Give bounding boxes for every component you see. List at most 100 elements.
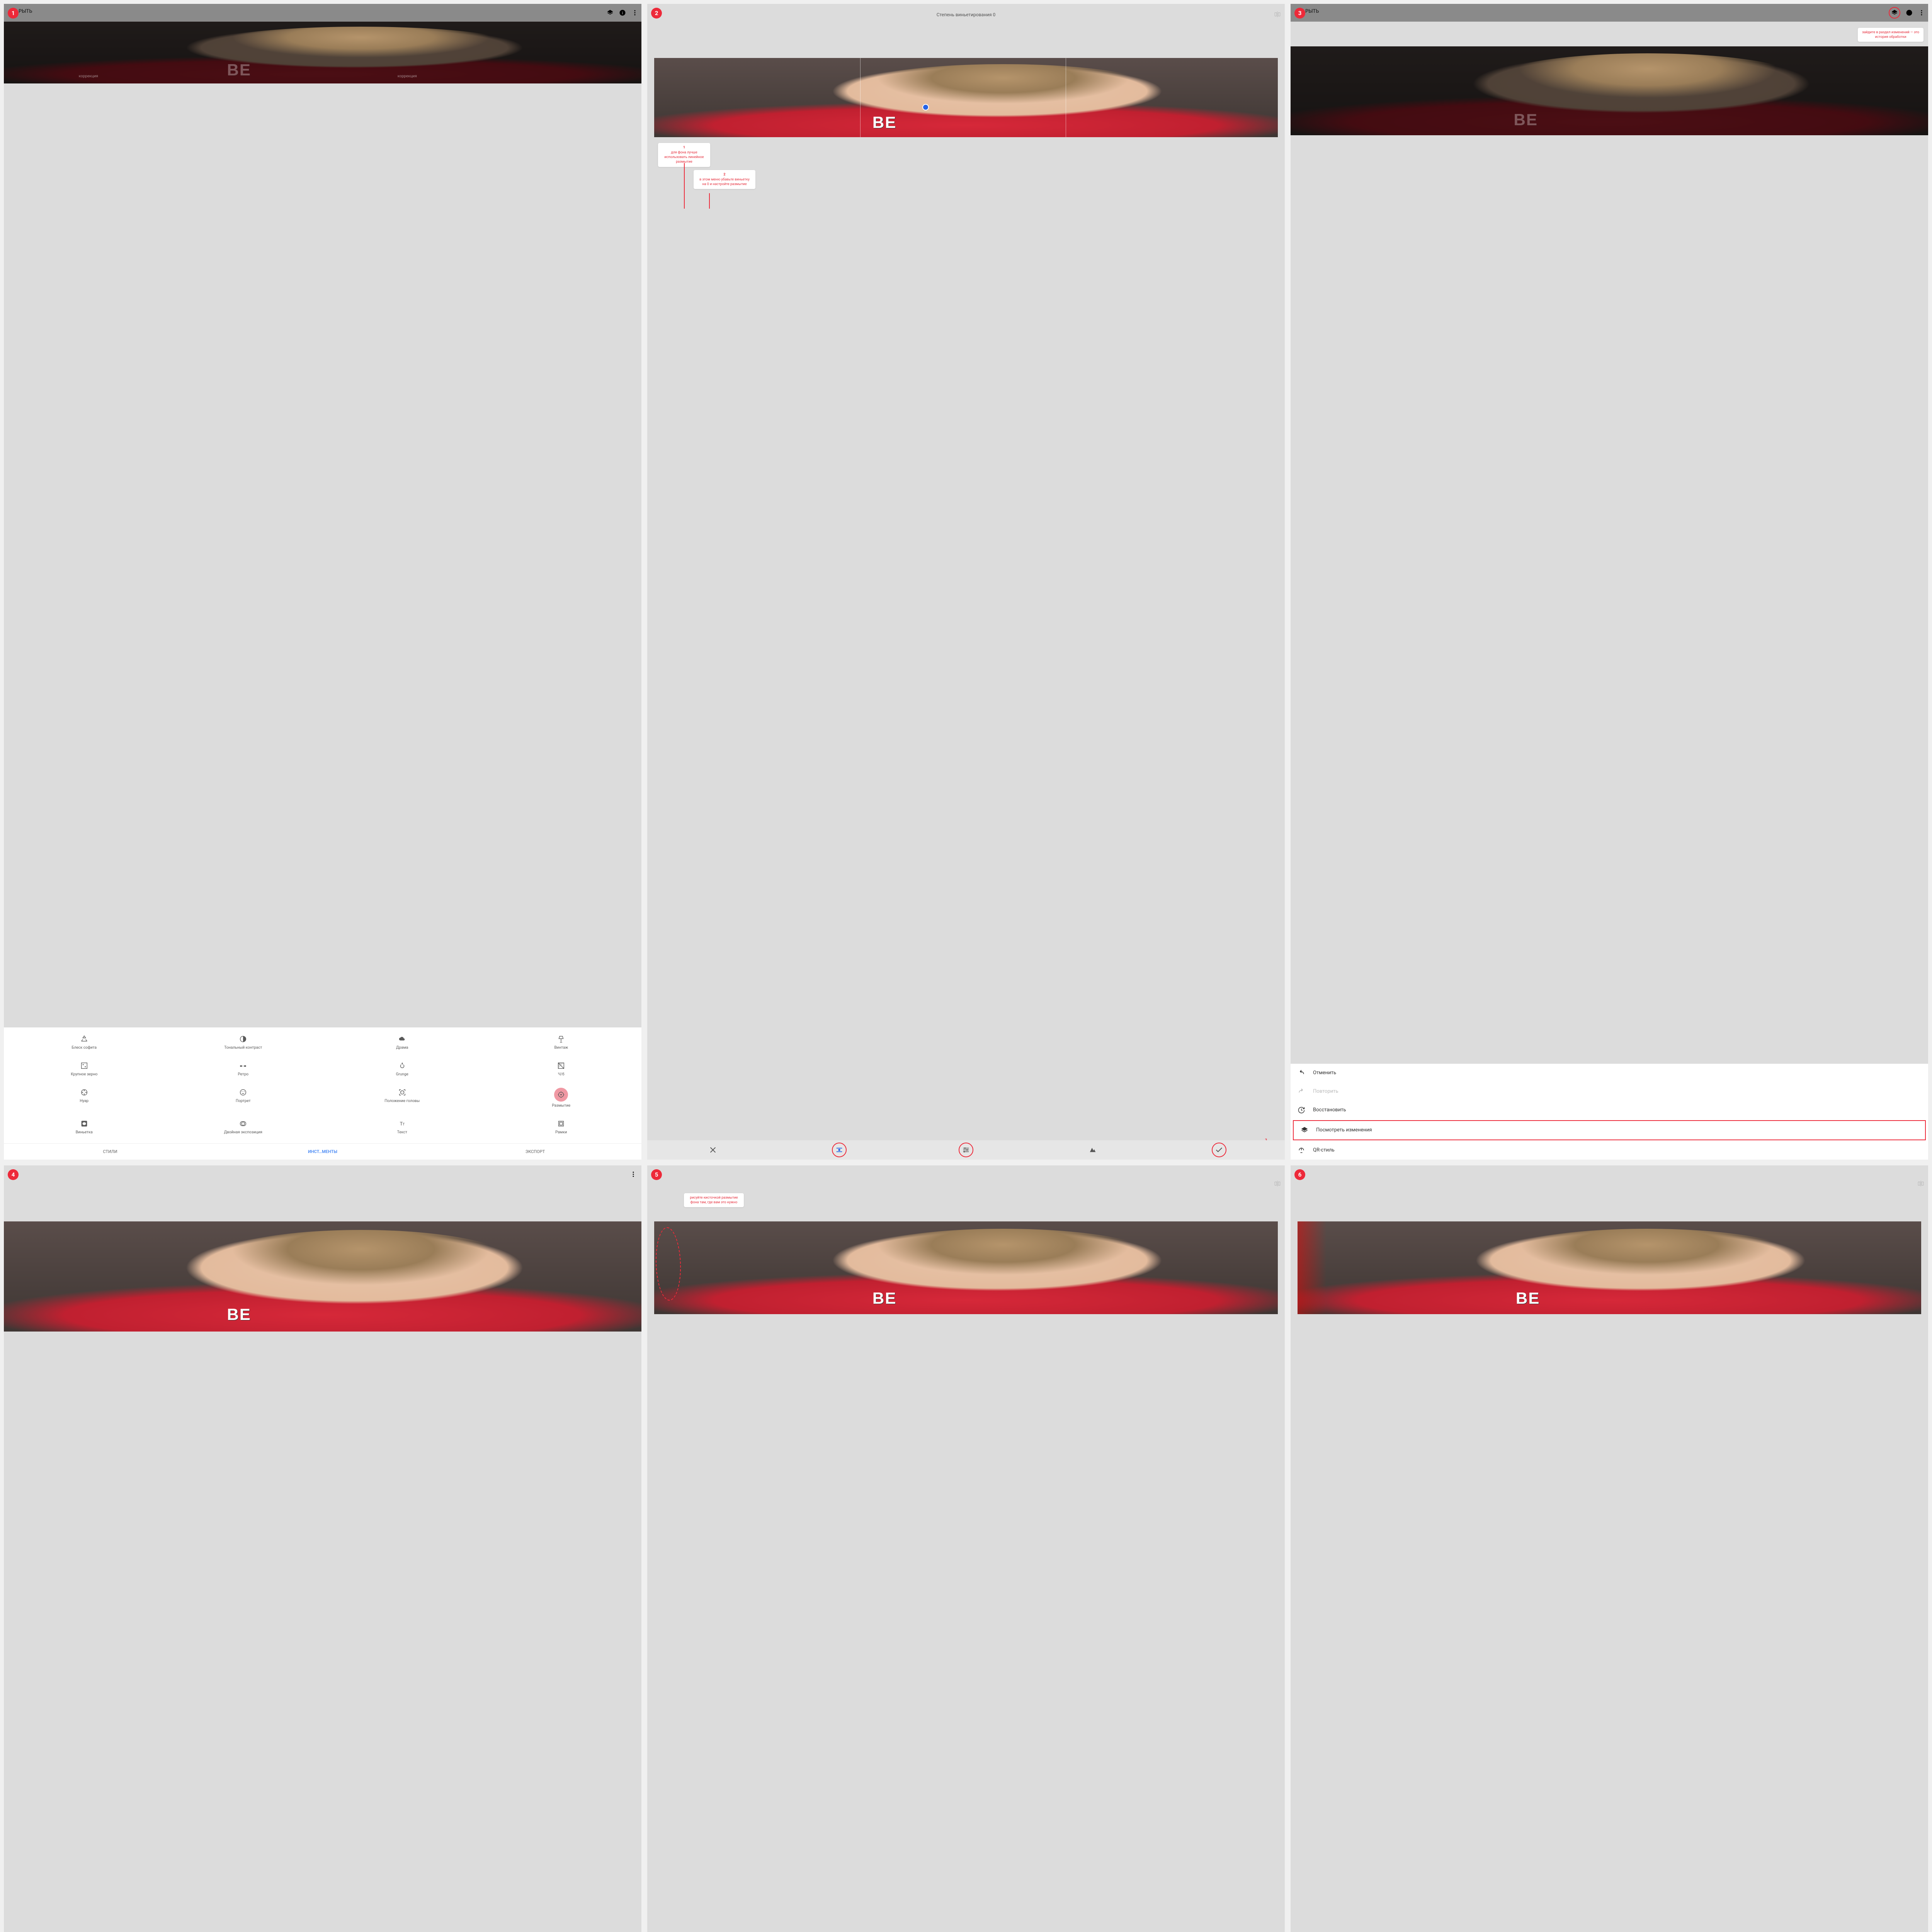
svg-text:i: i [622, 10, 623, 15]
menu-undo[interactable]: Отменить [1291, 1064, 1928, 1082]
menu-view-edits[interactable]: Посмотреть изменения [1293, 1120, 1926, 1140]
screen-2: 2 Степень виньетирования 0 1для фона луч… [647, 4, 1285, 1160]
edit-photo[interactable] [654, 58, 1278, 137]
tool-lamp[interactable]: Винтаж [482, 1031, 641, 1057]
tool-contrast[interactable]: Тональный контраст [164, 1031, 323, 1057]
tool-label: Винтаж [554, 1046, 568, 1054]
tool-label: Нуар [80, 1099, 88, 1107]
frame-icon [556, 1119, 566, 1128]
guitar-icon [398, 1061, 407, 1070]
history-menu: Отменить Повторить Восстановить Посмотре… [1291, 1064, 1928, 1160]
tool-facebox[interactable]: Положение головы [323, 1085, 482, 1115]
more-icon[interactable] [1918, 9, 1925, 16]
tool-blur[interactable]: Размытие [482, 1085, 641, 1115]
apply-button[interactable] [1212, 1143, 1226, 1157]
tool-label: Портрет [236, 1099, 251, 1107]
edit-photo[interactable] [4, 1221, 641, 1332]
caption: коррекция [79, 74, 98, 78]
tool-bw[interactable]: Ч/б [482, 1058, 641, 1084]
edit-photo[interactable] [1298, 1221, 1921, 1314]
contrast-icon [238, 1034, 248, 1044]
row-captions: коррекция коррекция [4, 74, 641, 78]
info-icon[interactable]: i [619, 9, 626, 16]
callout-2: 2в этом меню убавьте виньетку на 0 и нас… [694, 170, 755, 189]
face-icon [238, 1088, 248, 1097]
tool-label: Блеск софита [71, 1046, 97, 1054]
text-icon: TT [398, 1119, 407, 1128]
tool-label: Драма [396, 1046, 408, 1054]
menu-redo: Повторить [1291, 1082, 1928, 1101]
callout-brush: рисуйте кисточкой размытие фона там, где… [684, 1193, 744, 1207]
tool-grain[interactable]: Крупное зерно [5, 1058, 164, 1084]
tool-label: Текст [397, 1130, 407, 1139]
step-badge: 5 [651, 1169, 662, 1180]
tool-cloud[interactable]: Драма [323, 1031, 482, 1057]
blur-shape-button[interactable] [832, 1143, 847, 1157]
layers-icon[interactable] [607, 9, 614, 16]
tool-label: Размытие [552, 1104, 570, 1112]
screen-5: 5 рисуйте кисточкой размытие фона там, г… [647, 1165, 1285, 1932]
step-badge: 3 [1294, 8, 1305, 19]
menu-qr[interactable]: QR-стиль [1291, 1141, 1928, 1160]
bottom-tabs: СТИЛИ ИНСТ…МЕНТЫ ЭКСПОРТ [4, 1143, 641, 1160]
edit-photo[interactable] [654, 1221, 1278, 1314]
layers-icon[interactable] [1891, 9, 1898, 16]
callout-history: зайдите в раздел изменений — это история… [1858, 28, 1923, 42]
screen-6: 6 включение / отключение маски 100Размыт… [1291, 1165, 1928, 1932]
tool-label: Ретро [238, 1072, 248, 1081]
double-icon [238, 1119, 248, 1128]
grain-icon [80, 1061, 89, 1070]
svg-text:T: T [403, 1122, 405, 1126]
screen-4: 4 выберите редактирование Размытие ‹ Ори… [4, 1165, 641, 1932]
caption: коррекция [398, 74, 417, 78]
more-icon[interactable] [631, 9, 638, 16]
info-icon[interactable] [1906, 9, 1913, 16]
param-title: Степень виньетирования 0 [937, 12, 996, 17]
tab-tools[interactable]: ИНСТ…МЕНТЫ [216, 1144, 429, 1160]
header: Степень виньетирования 0 [647, 4, 1285, 26]
more-icon[interactable] [630, 1171, 637, 1178]
blur-center-handle[interactable] [922, 104, 929, 111]
tab-styles[interactable]: СТИЛИ [4, 1144, 216, 1160]
tool-label: Положение головы [384, 1099, 420, 1107]
menu-restore[interactable]: Восстановить [1291, 1101, 1928, 1119]
spotlight-icon [80, 1034, 89, 1044]
tab-export[interactable]: ЭКСПОРТ [429, 1144, 641, 1160]
tool-mustache[interactable]: Ретро [164, 1058, 323, 1084]
tool-double[interactable]: Двойная экспозиция [164, 1116, 323, 1142]
step-badge: 2 [651, 8, 662, 19]
bw-icon [556, 1061, 566, 1070]
tool-film[interactable]: Нуар [5, 1085, 164, 1115]
tool-frame[interactable]: Рамки [482, 1116, 641, 1142]
tool-label: Виньетка [76, 1130, 93, 1139]
cancel-button[interactable] [706, 1143, 720, 1157]
mustache-icon [238, 1061, 248, 1070]
blur-icon [554, 1088, 568, 1102]
screen-1: 1 РЫТЬ i коррекция коррекция Блеск софит… [4, 4, 641, 1160]
tool-spotlight[interactable]: Блеск софита [5, 1031, 164, 1057]
open-label: РЫТЬ [1305, 9, 1319, 14]
tool-label: Двойная экспозиция [224, 1130, 262, 1139]
step-badge: 1 [8, 8, 19, 19]
tool-vignette[interactable]: Виньетка [5, 1116, 164, 1142]
styles-button[interactable] [1085, 1143, 1100, 1157]
compare-icon[interactable] [1274, 1180, 1281, 1187]
open-label: РЫТЬ [19, 9, 32, 14]
compare-icon[interactable] [1917, 1180, 1924, 1187]
tool-guitar[interactable]: Grunge [323, 1058, 482, 1084]
facebox-icon [398, 1088, 407, 1097]
tools-sheet: Блеск софита Тональный контраст Драма Винта… [4, 1027, 641, 1160]
tool-label: Крупное зерно [71, 1072, 97, 1081]
compare-icon[interactable] [1274, 11, 1281, 18]
lamp-icon [556, 1034, 566, 1044]
tool-label: Grunge [396, 1072, 408, 1081]
tool-face[interactable]: Портрет [164, 1085, 323, 1115]
tool-label: Ч/б [558, 1072, 565, 1081]
step-badge: 4 [8, 1169, 19, 1180]
film-icon [80, 1088, 89, 1097]
tool-text[interactable]: TT Текст [323, 1116, 482, 1142]
top-bar [4, 1165, 641, 1183]
edit-photo [1291, 46, 1928, 135]
adjust-button[interactable] [959, 1143, 973, 1157]
top-bar: РЫТЬ i [4, 4, 641, 22]
